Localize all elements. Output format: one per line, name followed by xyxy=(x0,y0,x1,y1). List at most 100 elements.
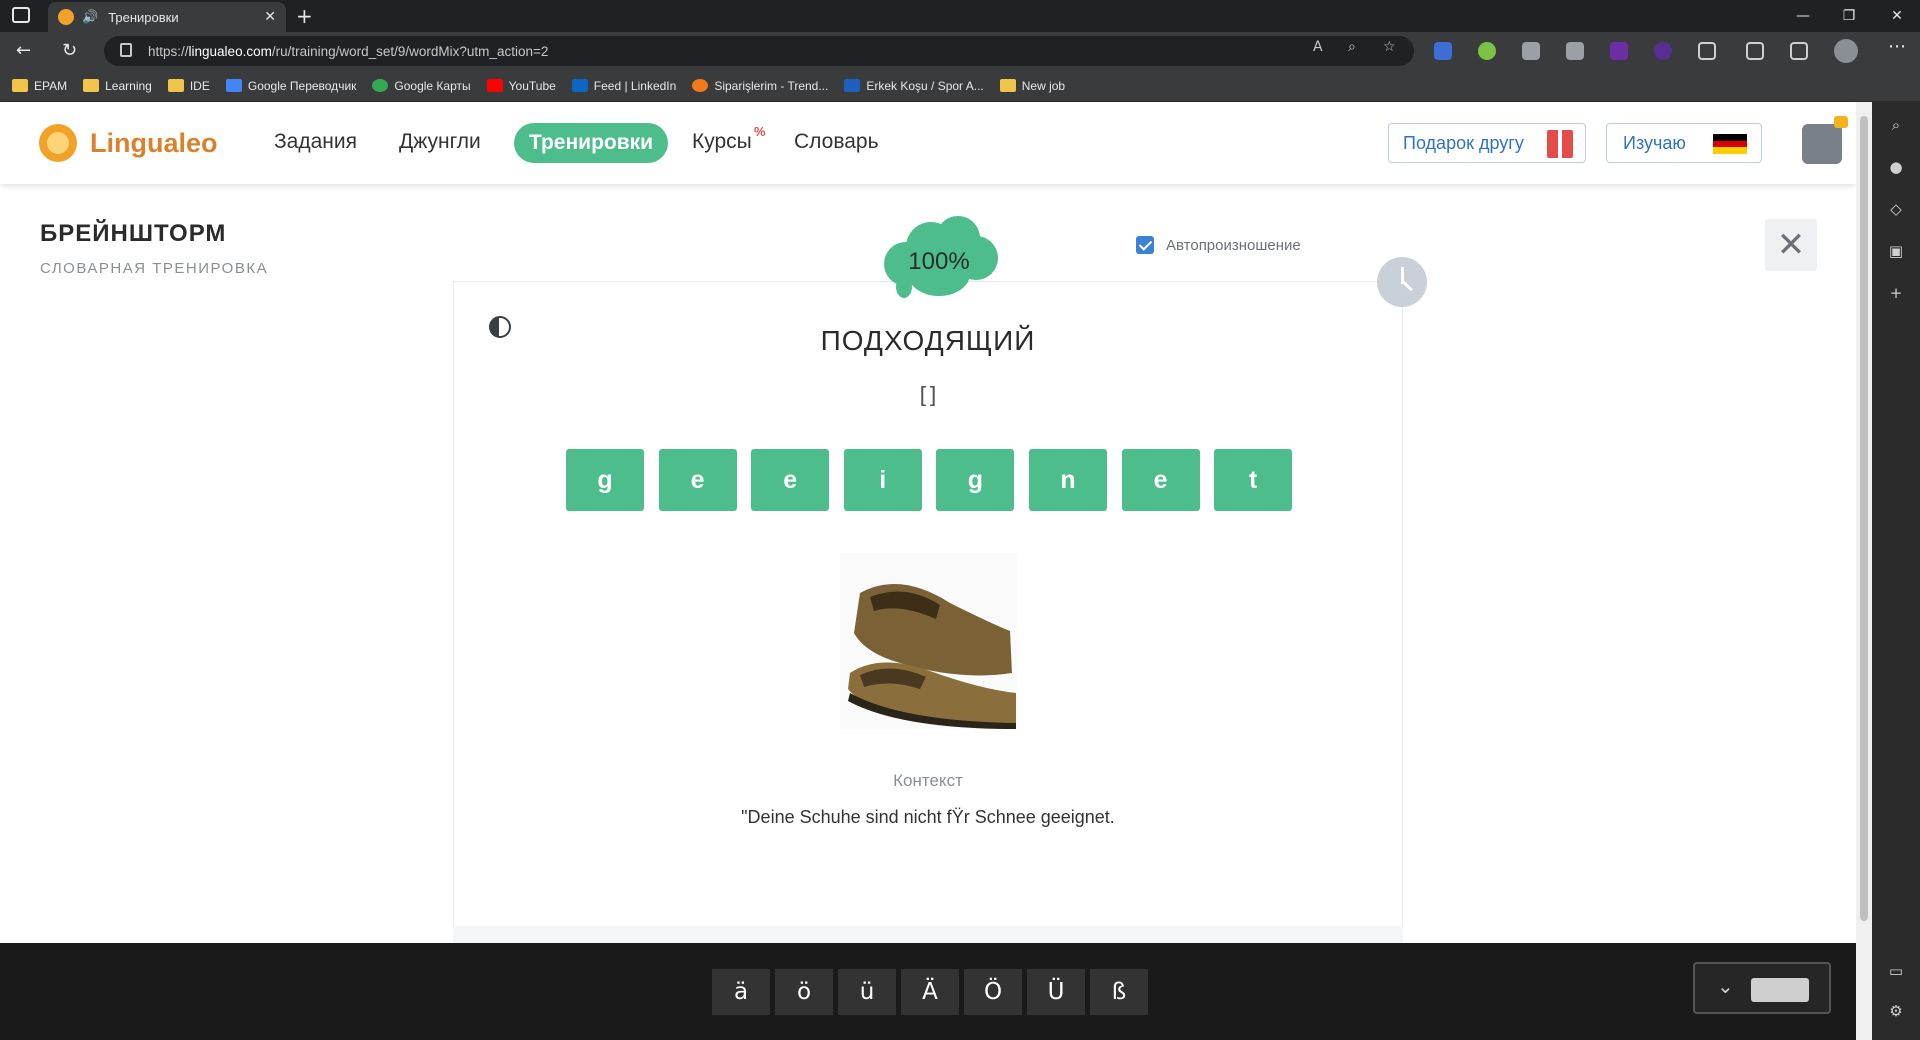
letter-tile[interactable]: e xyxy=(751,449,830,511)
bookmark-label: New job xyxy=(1021,78,1066,93)
premium-crown-icon xyxy=(1834,116,1848,128)
favorites-icon[interactable] xyxy=(1746,42,1764,60)
learning-language-button[interactable]: Изучаю xyxy=(1606,123,1762,163)
settings-gear-icon[interactable]: ⚙ xyxy=(1887,1002,1905,1020)
umlaut-key[interactable]: Ö xyxy=(964,969,1022,1015)
bookmark-new-job[interactable]: New job xyxy=(999,78,1066,93)
autopronounce-toggle[interactable]: Автопроизношение xyxy=(1136,236,1301,254)
search-icon[interactable]: ⌕ xyxy=(1887,116,1905,134)
read-aloud-icon[interactable]: A xyxy=(1313,39,1329,55)
more-menu-icon[interactable]: ⋯ xyxy=(1888,36,1906,57)
bookmark-decathlon[interactable]: Erkek Koşu / Spor A... xyxy=(844,79,984,93)
reload-icon[interactable]: ↻ xyxy=(62,40,77,61)
autopronounce-checkbox[interactable] xyxy=(1136,236,1154,254)
context-sentence: "Deine Schuhe sind nicht fŸr Schnee geei… xyxy=(741,807,1115,827)
address-toolbar: ← ↻ https://lingualeo.com/ru/training/wo… xyxy=(0,32,1920,70)
bookmark-learning[interactable]: Learning xyxy=(83,79,152,93)
letter-tile[interactable]: n xyxy=(1028,449,1107,511)
google-maps-icon xyxy=(372,79,389,92)
letter-tile[interactable]: g xyxy=(566,449,644,511)
lingualeo-favicon-icon xyxy=(58,9,74,25)
bookmark-linkedin[interactable]: Feed | LinkedIn xyxy=(571,79,676,93)
youtube-icon xyxy=(486,79,503,92)
autopronounce-label: Автопроизношение xyxy=(1166,236,1301,254)
transcription: [] xyxy=(919,384,937,409)
collections-icon[interactable] xyxy=(1790,42,1808,60)
zoom-icon[interactable]: ⌕ xyxy=(1348,39,1364,55)
site-header: Lingualeo Задания Джунгли Тренировки Кур… xyxy=(0,102,1856,184)
nav-courses[interactable]: Курсы xyxy=(692,130,752,154)
nav-trainings[interactable]: Тренировки xyxy=(514,123,668,163)
extension-icon[interactable] xyxy=(1654,42,1672,60)
gift-friend-button[interactable]: Подарок другу xyxy=(1388,123,1586,163)
progress-percent: 100% xyxy=(908,248,970,275)
training-subtitle: СЛОВАРНАЯ ТРЕНИРОВКА xyxy=(40,260,269,277)
lingualeo-lion-logo-icon[interactable] xyxy=(39,124,77,162)
bookmark-epam[interactable]: EPAM xyxy=(12,79,67,93)
favorite-star-icon[interactable]: ☆ xyxy=(1383,39,1399,55)
user-avatar[interactable] xyxy=(1802,124,1842,164)
add-sidebar-icon[interactable]: + xyxy=(1887,284,1905,302)
browser-tab-active[interactable]: 🔊 Тренировки ✕ xyxy=(48,2,286,32)
learning-button-label: Изучаю xyxy=(1623,132,1686,153)
umlaut-key[interactable]: ö xyxy=(775,969,833,1015)
bookmark-youtube[interactable]: YouTube xyxy=(486,78,556,93)
shopping-icon[interactable]: ◇ xyxy=(1887,200,1905,218)
scrollbar-thumb[interactable] xyxy=(1860,116,1868,921)
extension-icon[interactable] xyxy=(1610,42,1628,60)
logo-text[interactable]: Lingualeo xyxy=(90,128,218,159)
profile-avatar-icon[interactable] xyxy=(1834,39,1858,63)
restore-icon[interactable]: ❐ xyxy=(1826,0,1872,32)
url-input[interactable]: https://lingualeo.com/ru/training/word_s… xyxy=(104,36,1414,66)
bookmark-label: Siparişlerim - Trend... xyxy=(714,78,829,93)
extension-icon[interactable] xyxy=(1566,42,1584,60)
bookmark-label: YouTube xyxy=(508,78,556,93)
tab-actions-icon[interactable] xyxy=(12,7,30,23)
url-host: lingualeo.com xyxy=(188,43,272,59)
bookmark-google-translate[interactable]: Google Переводчик xyxy=(225,79,356,93)
page-scrollbar[interactable] xyxy=(1856,102,1872,1040)
back-arrow-icon[interactable]: ← xyxy=(16,40,31,61)
tab-title: Тренировки xyxy=(108,9,179,25)
sidebar-layout-icon[interactable]: ▭ xyxy=(1887,962,1905,980)
umlaut-key[interactable]: ß xyxy=(1090,969,1148,1015)
close-training-button[interactable]: ✕ xyxy=(1765,219,1817,271)
keyboard-icon xyxy=(1751,978,1809,1002)
close-window-icon[interactable]: ✕ xyxy=(1874,0,1920,32)
outlook-icon[interactable]: ▣ xyxy=(1887,242,1905,260)
speaker-icon[interactable]: 🔊 xyxy=(82,10,98,25)
translate-extension-icon[interactable] xyxy=(1434,42,1452,60)
letter-tile[interactable]: g xyxy=(936,449,1015,511)
training-title: БРЕЙНШТОРМ xyxy=(40,220,227,247)
training-card-footer xyxy=(453,926,1403,943)
bookmark-ide[interactable]: IDE xyxy=(167,79,210,93)
linkedin-icon xyxy=(571,79,588,92)
courses-discount-badge: % xyxy=(754,124,766,139)
nav-dictionary[interactable]: Словарь xyxy=(794,130,879,154)
umlaut-key[interactable]: ü xyxy=(838,969,896,1015)
trendyol-icon xyxy=(692,79,709,92)
grammarly-extension-icon[interactable] xyxy=(1478,42,1496,60)
letter-tile[interactable]: t xyxy=(1214,449,1293,511)
letter-tile[interactable]: e xyxy=(1121,449,1200,511)
copilot-icon[interactable]: ● xyxy=(1887,158,1905,176)
nav-tasks[interactable]: Задания xyxy=(274,130,357,154)
letter-tile[interactable]: e xyxy=(658,449,737,511)
close-tab-icon[interactable]: ✕ xyxy=(264,9,276,25)
new-tab-icon[interactable]: + xyxy=(296,4,313,28)
nav-jungle[interactable]: Джунгли xyxy=(399,130,481,154)
bookmark-google-maps[interactable]: Google Карты xyxy=(372,79,471,93)
google-translate-icon xyxy=(225,79,242,92)
decathlon-icon xyxy=(844,79,861,92)
keyboard-toggle-button[interactable]: ⌄ xyxy=(1693,962,1831,1014)
gift-button-label: Подарок другу xyxy=(1403,132,1524,153)
bookmark-trendyol[interactable]: Siparişlerim - Trend... xyxy=(692,79,828,93)
umlaut-key[interactable]: ä xyxy=(712,969,770,1015)
extensions-puzzle-icon[interactable] xyxy=(1698,42,1716,60)
extension-icon[interactable] xyxy=(1522,42,1540,60)
lock-icon[interactable] xyxy=(120,43,132,57)
letter-tile[interactable]: i xyxy=(843,449,922,511)
umlaut-key[interactable]: Ä xyxy=(901,969,959,1015)
umlaut-key[interactable]: Ü xyxy=(1027,969,1085,1015)
minimize-icon[interactable]: — xyxy=(1780,0,1826,32)
